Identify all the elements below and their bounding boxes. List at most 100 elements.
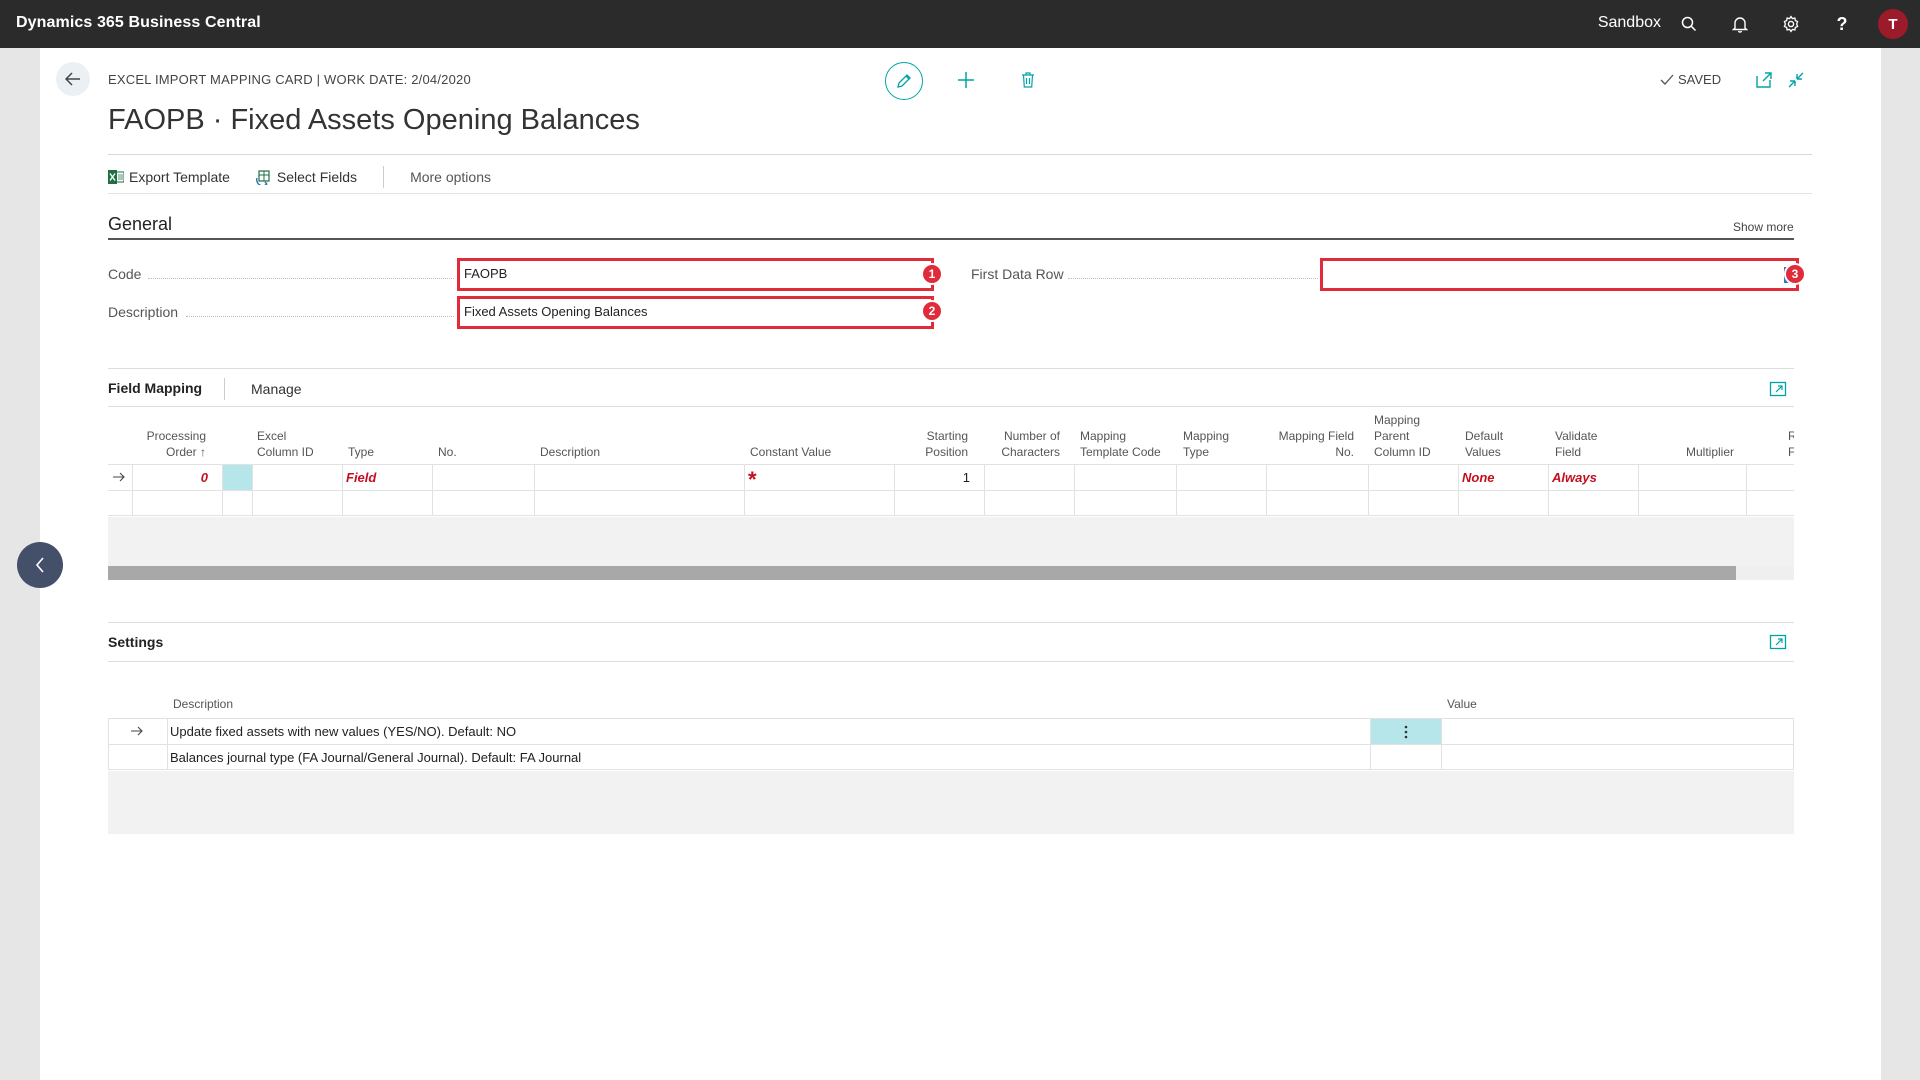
breadcrumb: EXCEL IMPORT MAPPING CARD | WORK DATE: 2…: [108, 72, 471, 87]
collapse-icon[interactable]: [1786, 70, 1806, 90]
col-validate-line2: Field: [1555, 445, 1582, 459]
col-mapping-parent-line2: Parent: [1374, 429, 1410, 443]
gear-icon[interactable]: [1779, 12, 1803, 36]
code-field[interactable]: FAOPB: [457, 258, 934, 291]
col-mapping-type[interactable]: Mapping Type: [1183, 428, 1229, 460]
description-field[interactable]: Fixed Assets Opening Balances: [457, 296, 934, 329]
col-starting-line1: Starting: [926, 429, 968, 443]
col-starting-position[interactable]: Starting Position: [908, 428, 968, 460]
default-values-cell[interactable]: None: [1462, 464, 1495, 490]
search-icon[interactable]: [1677, 12, 1701, 36]
field-mapping-separator: [224, 378, 225, 400]
settings-description-cell[interactable]: Balances journal type (FA Journal/Genera…: [170, 744, 581, 770]
table-row[interactable]: [108, 490, 1794, 516]
callout-badge-1: 1: [921, 263, 943, 285]
col-number-of-characters[interactable]: Number of Characters: [992, 428, 1060, 460]
code-label: Code: [108, 266, 142, 282]
col-mapping-template-code[interactable]: Mapping Template Code: [1080, 428, 1161, 460]
field-mapping-title[interactable]: Field Mapping: [108, 380, 202, 396]
edit-button[interactable]: [885, 62, 923, 100]
app-title[interactable]: Dynamics 365 Business Central: [16, 14, 261, 32]
right-background: [1881, 48, 1920, 1080]
horizontal-scrollbar-thumb[interactable]: [108, 566, 1736, 580]
general-section-title[interactable]: General: [108, 214, 172, 235]
grid-line: [1548, 464, 1549, 516]
open-new-window-icon[interactable]: [1754, 70, 1774, 90]
col-multiplier[interactable]: Multiplier: [1660, 444, 1734, 460]
grid-line: [894, 464, 895, 516]
type-cell[interactable]: Field: [346, 464, 376, 490]
new-button[interactable]: [954, 68, 978, 92]
collapse-panel-button[interactable]: [17, 542, 63, 588]
col-starting-line2: Position: [925, 445, 968, 459]
grid-line: [1176, 464, 1177, 516]
action-divider: [108, 193, 1812, 194]
constant-value-cell[interactable]: *: [748, 464, 757, 492]
first-data-row-dots: [1068, 278, 1318, 279]
user-avatar[interactable]: T: [1878, 9, 1908, 39]
grid-line: [167, 718, 168, 770]
pencil-icon: [897, 74, 911, 88]
col-mapping-type-line2: Type: [1183, 445, 1210, 459]
col-excel-column-id[interactable]: Excel Column ID: [257, 428, 314, 460]
callout-badge-2: 2: [921, 300, 943, 322]
col-mapping-field-line2: No.: [1335, 445, 1354, 459]
page-title: FAOPB · Fixed Assets Opening Balances: [108, 104, 640, 136]
col-default-values[interactable]: Default Values: [1465, 428, 1503, 460]
selected-cell[interactable]: [223, 465, 252, 490]
manage-menu[interactable]: Manage: [251, 381, 302, 397]
settings-col-description[interactable]: Description: [173, 696, 233, 712]
settings-col-value[interactable]: Value: [1447, 696, 1477, 712]
col-truncated-line1: R: [1788, 429, 1794, 443]
settings-title[interactable]: Settings: [108, 634, 163, 650]
grid-line: [1638, 464, 1639, 516]
export-template-action[interactable]: Export Template: [108, 169, 230, 185]
expand-icon[interactable]: [1769, 380, 1787, 398]
col-mapping-field-line1: Mapping Field: [1278, 429, 1354, 443]
delete-button[interactable]: [1016, 68, 1040, 92]
col-excel-line2: Column ID: [257, 445, 314, 459]
col-mapping-field-no[interactable]: Mapping Field No.: [1260, 428, 1354, 460]
action-bar: Export Template Select Fields More optio…: [108, 166, 517, 188]
col-mapping-type-line1: Mapping: [1183, 429, 1230, 443]
validate-field-cell[interactable]: Always: [1552, 464, 1597, 490]
col-validate-field[interactable]: Validate Field: [1555, 428, 1597, 460]
expand-icon[interactable]: [1769, 633, 1787, 651]
more-vertical-icon: [1404, 725, 1408, 738]
col-numchars-line2: Characters: [1001, 445, 1060, 459]
app-bar: Dynamics 365 Business Central Sandbox ? …: [0, 0, 1920, 48]
saved-label: SAVED: [1678, 72, 1722, 87]
col-mapping-tpl-line2: Template Code: [1080, 445, 1161, 459]
col-mapping-parent-line3: Column ID: [1374, 445, 1431, 459]
col-processing-order[interactable]: Processing Order ↑: [140, 428, 206, 460]
col-processing-order-line2: Order ↑: [165, 445, 206, 459]
col-description[interactable]: Description: [540, 444, 600, 460]
first-data-row-field[interactable]: [1320, 258, 1799, 291]
more-options-action[interactable]: More options: [410, 169, 491, 185]
settings-top-line: [108, 622, 1794, 623]
grid-line: [534, 464, 535, 516]
trash-icon: [1022, 72, 1034, 88]
grid-line: [984, 464, 985, 516]
col-type[interactable]: Type: [348, 444, 374, 460]
col-mapping-parent-column-id[interactable]: Mapping Parent Column ID: [1374, 412, 1431, 460]
back-button[interactable]: [56, 62, 90, 96]
col-mapping-parent-line1: Mapping: [1374, 413, 1421, 427]
col-no[interactable]: No.: [438, 444, 457, 460]
processing-order-cell[interactable]: 0: [140, 464, 208, 490]
col-truncated[interactable]: R F: [1788, 428, 1794, 460]
field-mapping-header-line: [108, 406, 1794, 407]
col-constant-value[interactable]: Constant Value: [750, 444, 831, 460]
select-fields-action[interactable]: Select Fields: [255, 169, 357, 185]
notification-bell-icon[interactable]: [1728, 12, 1752, 36]
environment-name[interactable]: Sandbox: [1598, 14, 1661, 32]
grid-line: [1266, 464, 1267, 516]
settings-description-cell[interactable]: Update fixed assets with new values (YES…: [170, 718, 516, 744]
starting-position-cell[interactable]: 1: [898, 464, 970, 490]
help-icon[interactable]: ?: [1830, 12, 1854, 36]
select-fields-icon: [255, 170, 270, 185]
row-actions-button[interactable]: [1371, 719, 1441, 744]
show-more-link[interactable]: Show more: [1733, 220, 1794, 234]
grid-line: [252, 464, 253, 516]
grid-line: [222, 464, 223, 516]
